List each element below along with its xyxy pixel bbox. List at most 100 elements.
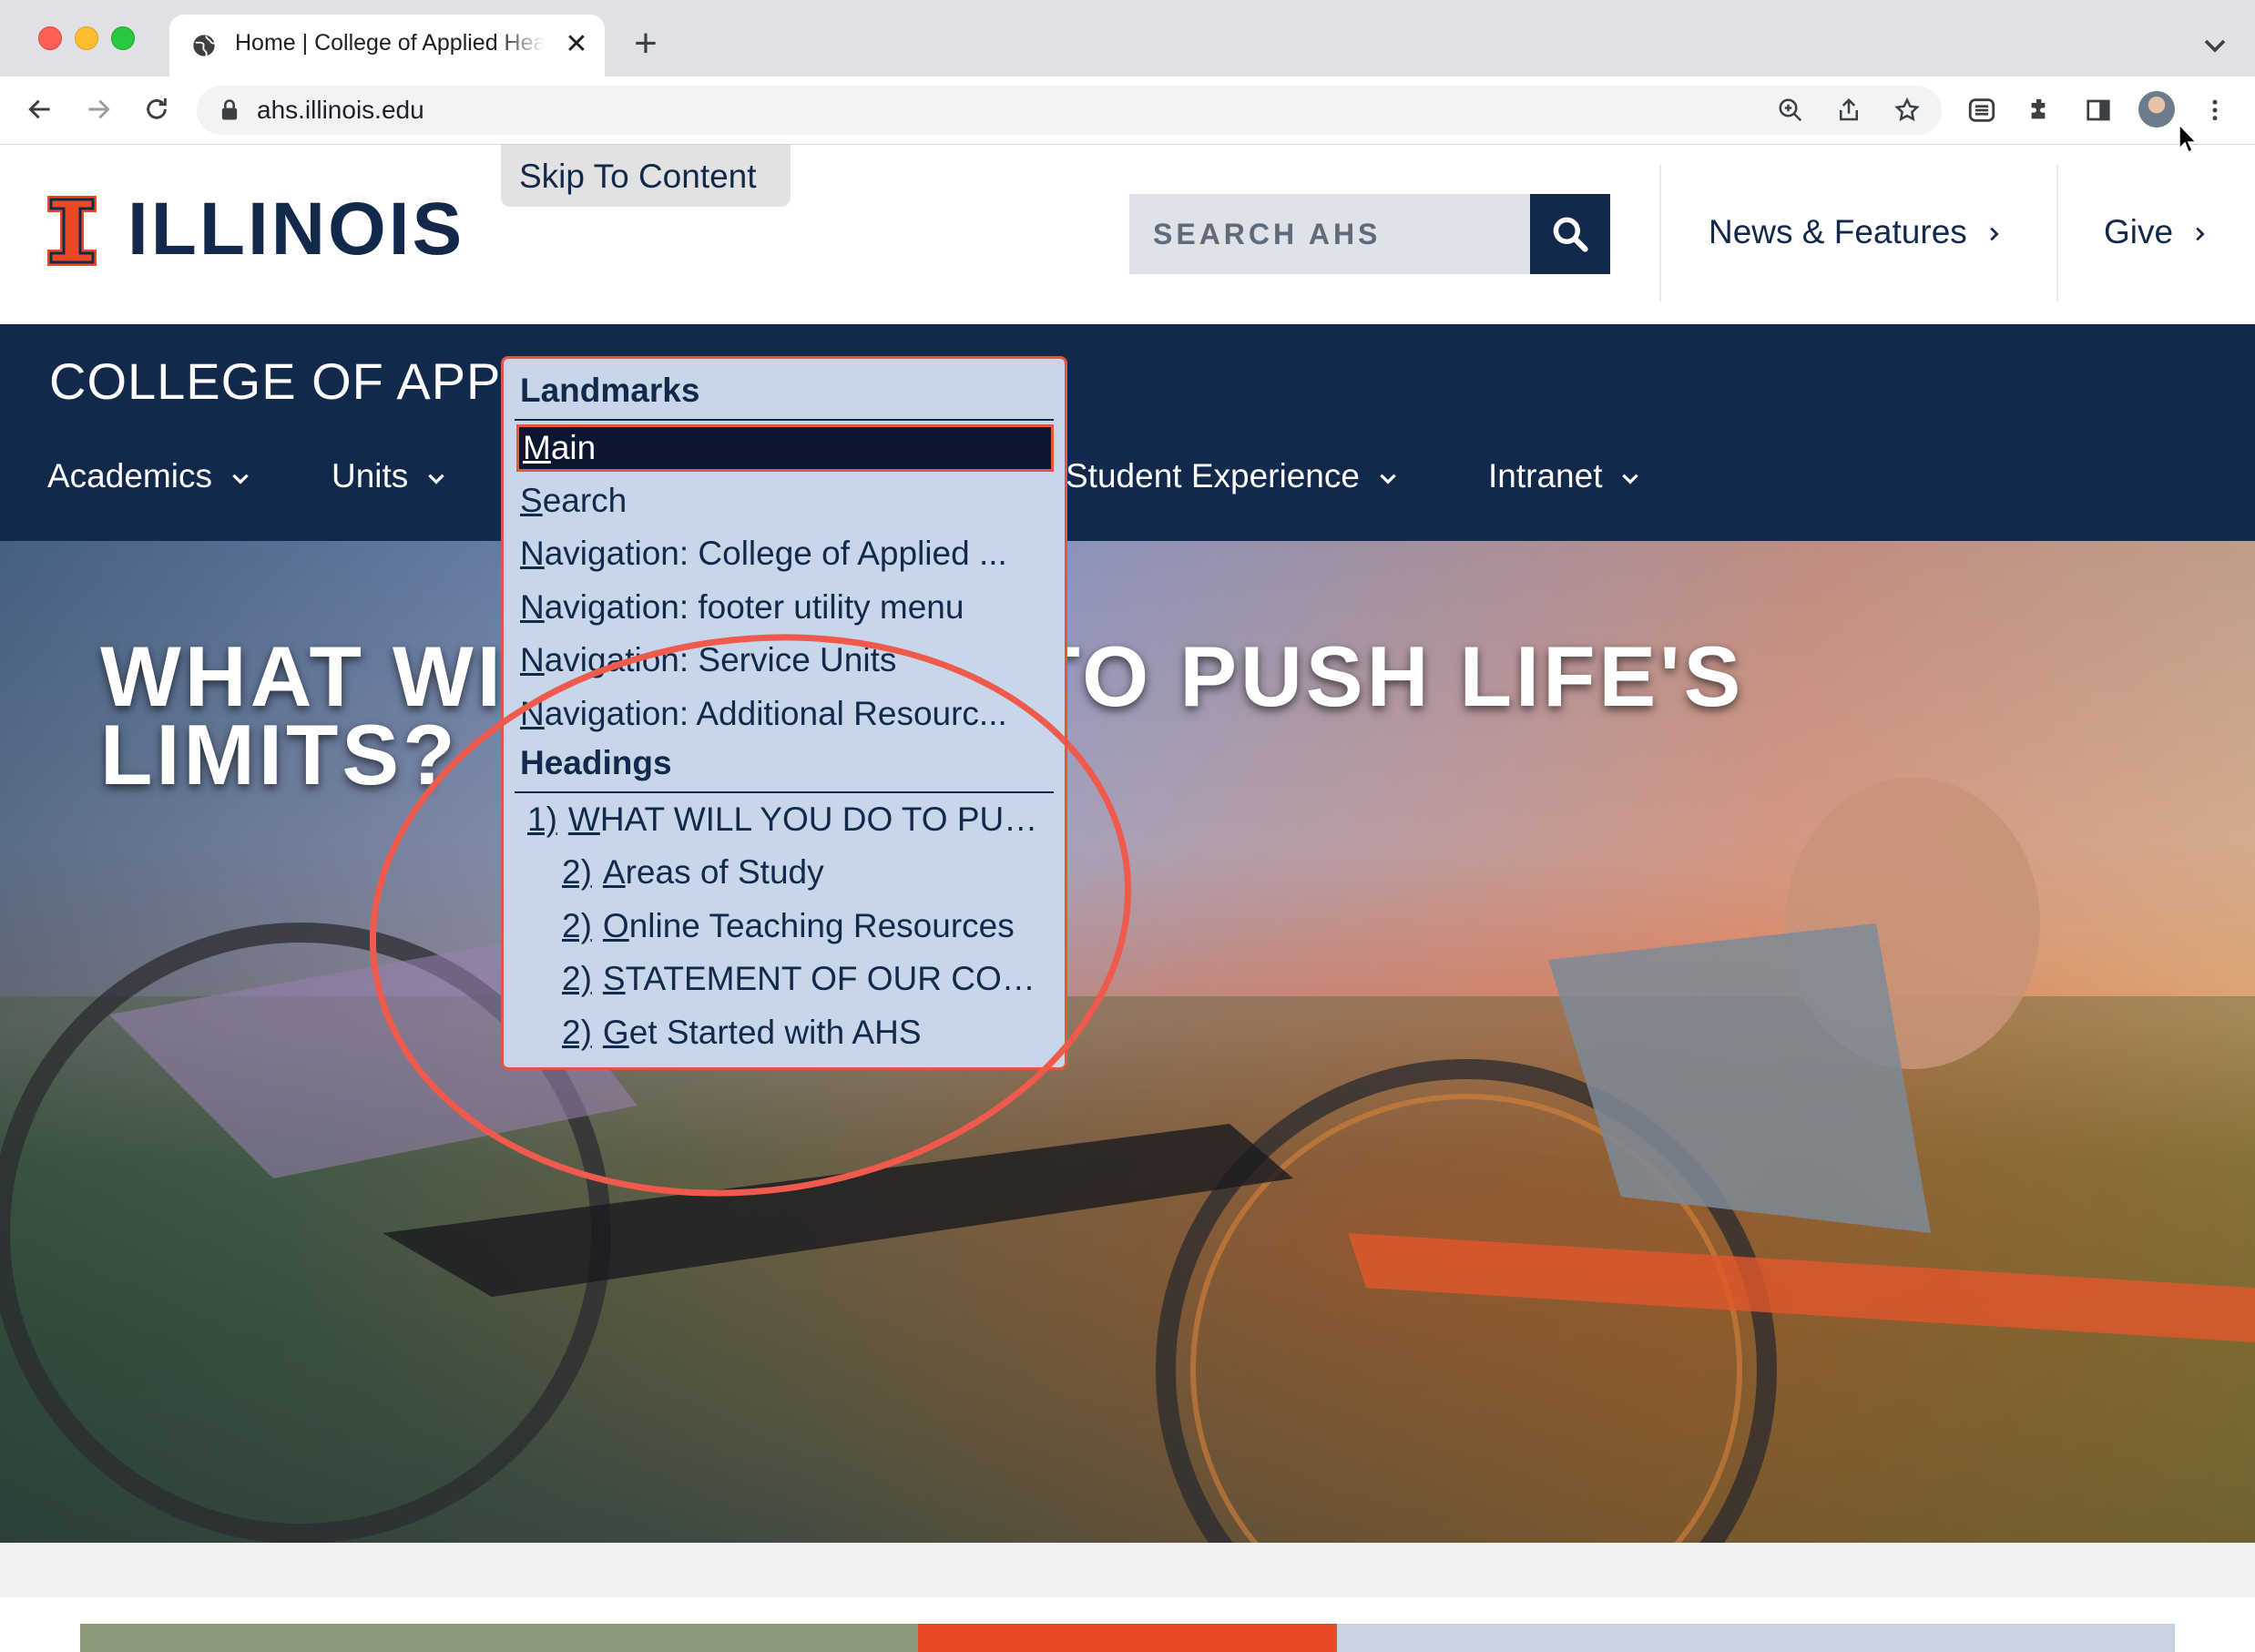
chevron-right-icon — [1990, 227, 1999, 241]
mouse-cursor-icon — [2178, 124, 2198, 154]
new-tab-button[interactable]: + — [625, 24, 667, 66]
browser-menu-icon[interactable] — [2197, 92, 2233, 128]
landmark-item-nav-additional[interactable]: Navigation: Additional Resourc... — [516, 690, 1054, 738]
heading-label: TATEMENT OF OUR COM... — [625, 960, 1054, 997]
extensions-puzzle-icon[interactable] — [2022, 92, 2058, 128]
forward-icon[interactable] — [80, 91, 117, 127]
chevron-down-icon — [232, 474, 249, 484]
close-window-button[interactable] — [38, 26, 62, 50]
heading-item-get-started[interactable]: 2) Get Started with AHS — [516, 1009, 1054, 1056]
heading-item-areas-of-study[interactable]: 2) Areas of Study — [516, 849, 1054, 896]
illinois-block-i-logo[interactable] — [47, 196, 97, 266]
heading-label: et Started with AHS — [628, 1014, 922, 1051]
minimize-window-button[interactable] — [75, 26, 98, 50]
shortcut-key: O — [602, 907, 629, 944]
hero-banner: WHAT WILL YOU DO TO PUSH LIFE'S LIMITS? — [0, 541, 2255, 1543]
extension-reader-icon[interactable] — [1964, 92, 2000, 128]
heading-label: nline Teaching Resources — [628, 907, 1015, 944]
landmark-label: ain — [550, 429, 597, 466]
browser-tab[interactable]: Home | College of Applied Health Science… — [169, 15, 605, 76]
landmark-label: earch — [542, 482, 628, 519]
heading-item-h1[interactable]: 1) WHAT WILL YOU DO TO PUS... — [516, 796, 1054, 843]
lock-icon[interactable] — [217, 97, 242, 123]
chevron-right-icon — [2196, 227, 2205, 241]
shortcut-key: S — [602, 960, 626, 997]
chevron-down-icon — [1380, 474, 1396, 484]
give-link[interactable]: Give — [2104, 213, 2209, 251]
nav-units[interactable]: Units — [332, 457, 448, 495]
globe-icon — [193, 35, 215, 56]
bookmark-star-icon[interactable] — [1889, 92, 1925, 128]
give-label: Give — [2104, 213, 2174, 250]
back-icon[interactable] — [22, 91, 58, 127]
header-divider — [2056, 165, 2058, 301]
shortcut-key: N — [520, 641, 545, 678]
search-placeholder: SEARCH AHS — [1153, 218, 1382, 250]
landmark-label: avigation: Additional Resourc... — [544, 695, 1007, 732]
illinois-wordmark[interactable]: ILLINOIS — [128, 189, 464, 270]
heading-level: 2) — [562, 853, 592, 891]
shortcut-key: N — [520, 695, 545, 732]
divider — [515, 791, 1054, 793]
side-panel-icon[interactable] — [2080, 92, 2117, 128]
share-icon[interactable] — [1831, 92, 1867, 128]
landmark-item-search[interactable]: Search — [516, 477, 1054, 525]
landmarks-popup: Landmarks Main Search Navigation: Colleg… — [501, 356, 1067, 1070]
heading-item-statement[interactable]: 2) STATEMENT OF OUR COM... — [516, 955, 1054, 1003]
nav-academics[interactable]: Academics — [47, 457, 252, 495]
tab-title: Home | College of Applied Health Science… — [235, 30, 545, 56]
landmarks-heading: Landmarks — [520, 372, 700, 409]
headings-heading: Headings — [520, 744, 672, 781]
landmark-item-nav-service-units[interactable]: Navigation: Service Units — [516, 637, 1054, 684]
shortcut-key: W — [567, 801, 600, 838]
heading-item-online-teaching[interactable]: 2) Online Teaching Resources — [516, 902, 1054, 950]
url-text[interactable]: ahs.illinois.edu — [257, 94, 424, 127]
nav-units-label: Units — [332, 457, 409, 495]
web-page: ILLINOIS SEARCH AHS News & Features Give… — [0, 145, 2255, 1652]
content-gap — [0, 1543, 2255, 1597]
browser-toolbar: ahs.illinois.edu — [0, 76, 2255, 145]
landmark-label: avigation: footer utility menu — [544, 588, 964, 626]
chevron-down-icon — [1622, 474, 1639, 484]
shortcut-key: G — [602, 1014, 629, 1051]
college-title[interactable]: COLLEGE OF APPL — [49, 352, 531, 411]
profile-avatar[interactable] — [2138, 91, 2175, 127]
zoom-icon[interactable] — [1772, 92, 1809, 128]
nav-student-experience-label: Student Experience — [1066, 457, 1360, 495]
shortcut-key: A — [602, 853, 626, 891]
landmark-item-nav-college[interactable]: Navigation: College of Applied ... — [516, 530, 1054, 577]
zoom-window-button[interactable] — [111, 26, 135, 50]
divider — [515, 419, 1054, 421]
reload-icon[interactable] — [138, 91, 175, 127]
heading-level: 2) — [562, 907, 592, 944]
heading-label: HAT WILL YOU DO TO PUS... — [599, 801, 1054, 838]
heading-level: 2) — [562, 960, 592, 997]
tab-search-chevron-icon[interactable] — [2197, 27, 2233, 64]
chevron-down-icon — [428, 474, 445, 484]
nav-student-experience[interactable]: Student Experience — [1066, 457, 1400, 495]
heading-level: 2) — [562, 1014, 592, 1051]
tab-close-icon[interactable]: ✕ — [561, 29, 592, 60]
heading-label: reas of Study — [625, 853, 824, 891]
news-features-label: News & Features — [1709, 213, 1967, 250]
skip-to-content-button[interactable]: Skip To Content — [501, 145, 791, 207]
college-nav-band: COLLEGE OF APPL Academics Units Student … — [0, 324, 2255, 541]
landmark-item-main[interactable]: Main — [516, 424, 1054, 472]
browser-tab-bar: Home | College of Applied Health Science… — [0, 0, 2255, 76]
landmark-label: avigation: Service Units — [544, 641, 897, 678]
nav-intranet[interactable]: Intranet — [1488, 457, 1642, 495]
nav-academics-label: Academics — [47, 457, 212, 495]
skip-to-content-label: Skip To Content — [519, 158, 757, 195]
feature-cards-row — [80, 1624, 2175, 1652]
news-features-link[interactable]: News & Features — [1709, 213, 2004, 251]
heading-level: 1) — [527, 801, 557, 838]
shortcut-key: S — [520, 482, 543, 519]
landmark-item-nav-footer[interactable]: Navigation: footer utility menu — [516, 584, 1054, 631]
shortcut-key: M — [523, 429, 551, 466]
nav-intranet-label: Intranet — [1488, 457, 1603, 495]
address-bar[interactable]: ahs.illinois.edu — [197, 86, 1942, 135]
header-divider — [1659, 165, 1661, 301]
search-input[interactable]: SEARCH AHS — [1129, 194, 1530, 274]
shortcut-key: N — [520, 588, 545, 626]
search-button[interactable] — [1530, 194, 1610, 274]
